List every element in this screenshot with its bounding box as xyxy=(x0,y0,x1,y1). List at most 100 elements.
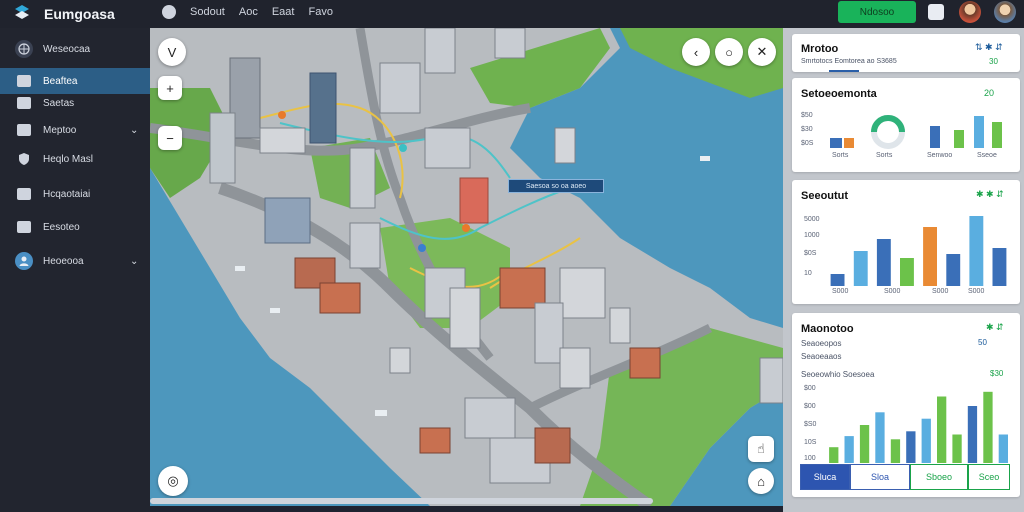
tab-3[interactable]: Sceo xyxy=(968,464,1010,490)
bar xyxy=(969,216,984,286)
category-label: Senwoo xyxy=(927,152,953,159)
sidebar-item-label: Weseocaa xyxy=(43,43,91,55)
pointer-tool-button[interactable]: ☝ xyxy=(748,436,774,462)
tab-1[interactable]: Sloa xyxy=(850,464,910,490)
brand-name: Eumgoasa xyxy=(44,6,115,22)
sidebar-item-label: Heoeooa xyxy=(43,255,84,267)
home-button[interactable]: ⌂ xyxy=(748,468,774,494)
category-label: Sseoe xyxy=(977,152,997,159)
card-title: Seeoutut xyxy=(801,190,849,202)
sidebar-item-0[interactable]: Weseocaa xyxy=(0,36,150,62)
tick-label: $0S xyxy=(801,140,814,147)
tab-underline xyxy=(829,70,859,72)
avatar[interactable] xyxy=(959,1,981,23)
bar xyxy=(875,412,885,463)
bar xyxy=(830,138,842,148)
tick-label: $00 xyxy=(804,385,816,392)
tab-0[interactable]: Sluca xyxy=(800,464,850,490)
card-badge: 20 xyxy=(984,88,995,98)
zoom-in-button[interactable]: + xyxy=(158,76,182,100)
layers-icon xyxy=(17,97,31,109)
top-bar: Eumgoasa Sodout Aoc Eaat Favo Ndosoo xyxy=(0,0,1024,28)
bar xyxy=(906,431,916,463)
category-label: Sorts xyxy=(832,152,849,159)
category-label: S000 xyxy=(968,288,985,295)
card-toolbar-icons[interactable]: ⇅ ✱ ⇵ xyxy=(975,42,1003,53)
bar xyxy=(876,239,891,286)
shield-icon xyxy=(15,150,33,168)
primary-cta-button[interactable]: Ndosoo xyxy=(838,1,916,23)
chart-setoeoemonta xyxy=(830,115,1002,149)
card-title: Mrotoo xyxy=(801,43,839,55)
nav-item-3[interactable]: Favo xyxy=(308,6,332,18)
home-icon[interactable] xyxy=(162,5,176,19)
nav-item-2[interactable]: Eaat xyxy=(272,6,295,18)
sidebar-item-label: Eesoteo xyxy=(43,221,80,233)
grid-icon xyxy=(17,188,31,200)
category-label: S000 xyxy=(932,288,949,295)
nav-item-1[interactable]: Aoc xyxy=(239,6,258,18)
card-title: Setoeoemonta xyxy=(801,88,877,100)
bar xyxy=(900,258,914,286)
compass-button[interactable]: V xyxy=(158,38,186,66)
map-pin[interactable] xyxy=(462,224,470,232)
chevron-down-icon[interactable]: ⌄ xyxy=(130,125,138,136)
tick-label: 10 xyxy=(804,270,812,277)
sidebar-item-5[interactable]: Hcqaotaiai xyxy=(0,181,150,207)
bar xyxy=(946,254,961,286)
chevron-down-icon[interactable]: ⌄ xyxy=(130,256,138,267)
bar xyxy=(844,138,854,148)
sidebar-item-label: Heqlo Masl xyxy=(43,153,94,165)
map-tooltip: Saesoa so oa aoeo xyxy=(508,179,604,193)
sidebar-item-3[interactable]: Meptoo ⌄ xyxy=(0,117,150,143)
sidebar-item-label: Saetas xyxy=(43,97,75,109)
bar xyxy=(923,227,937,286)
bar xyxy=(844,436,854,463)
map-pin[interactable] xyxy=(418,244,426,252)
card-subtitle: Smrtotocs Eomtorea ao S3685 xyxy=(801,58,897,65)
zoom-out-button[interactable]: − xyxy=(158,126,182,150)
tools-button[interactable]: ✕ xyxy=(748,38,776,66)
tick-label: $0S xyxy=(804,250,817,257)
card-title: Maonotoo xyxy=(801,323,854,335)
bar xyxy=(930,126,940,148)
avatar-secondary[interactable] xyxy=(994,1,1016,23)
bottom-tab-bar: Sluca Sloa Sboeo Sceo xyxy=(800,464,1010,490)
card-value-2: $30 xyxy=(990,369,1004,378)
tick-label: $50 xyxy=(801,112,813,119)
boat-icon xyxy=(375,410,387,416)
card-subtitle-2: Seaoeaaos xyxy=(801,352,842,361)
sidebar-item-4[interactable]: Heqlo Masl xyxy=(0,146,150,172)
map-pin[interactable] xyxy=(399,144,407,152)
briefcase-icon xyxy=(17,124,31,136)
sidebar-item-2[interactable]: Saetas xyxy=(0,90,150,116)
tick-label: 1000 xyxy=(804,232,820,239)
locate-button[interactable]: ◎ xyxy=(158,466,188,496)
notification-icon[interactable] xyxy=(928,4,944,20)
bar xyxy=(829,447,839,463)
bar xyxy=(853,251,868,286)
map-view[interactable]: Saesoa so oa aoeo V + − ‹ ○ ✕ ◎ ☝ ⌂ xyxy=(150,28,783,506)
chat-button[interactable]: ○ xyxy=(715,38,743,66)
map-canvas[interactable] xyxy=(150,28,783,506)
tick-label: 100 xyxy=(804,455,816,462)
users-icon xyxy=(17,221,31,233)
sidebar-item-7[interactable]: Heoeooa ⌄ xyxy=(0,248,150,274)
card-subtitle: Seaoeopos xyxy=(801,339,842,348)
boat-icon xyxy=(235,266,245,271)
card-overview: Mrotoo Smrtotocs Eomtorea ao S3685 ⇅ ✱ ⇵… xyxy=(792,34,1020,72)
bar xyxy=(974,116,984,148)
card-toolbar-icons[interactable]: ✱ ✱ ⇵ xyxy=(976,189,1004,200)
sidebar-item-6[interactable]: Eesoteo xyxy=(0,214,150,240)
chart-seeoutut xyxy=(830,216,1007,286)
back-button[interactable]: ‹ xyxy=(682,38,710,66)
tab-2[interactable]: Sboeo xyxy=(910,464,968,490)
sidebar: Weseocaa Beaftea Saetas Meptoo ⌄ Heqlo M… xyxy=(0,28,150,512)
bar xyxy=(937,396,947,463)
bar xyxy=(954,130,964,148)
nav-item-0[interactable]: Sodout xyxy=(190,6,225,18)
card-toolbar-icons[interactable]: ✱ ⇵ xyxy=(986,322,1004,333)
bar xyxy=(992,248,1007,286)
map-scrollbar[interactable] xyxy=(150,498,653,504)
map-pin[interactable] xyxy=(278,111,286,119)
